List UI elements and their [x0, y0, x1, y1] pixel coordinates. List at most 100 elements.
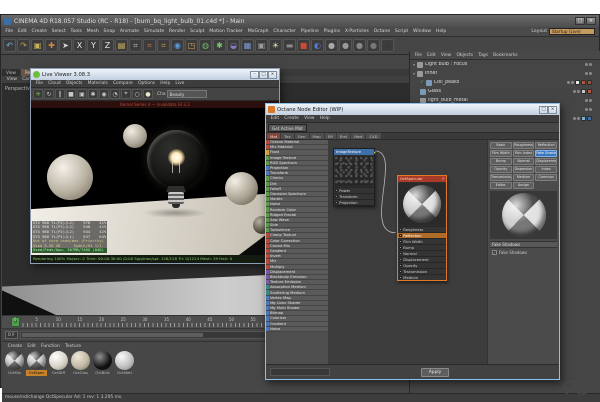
snap-grid-icon[interactable]: ⌗ — [129, 39, 142, 52]
live-viewer-window[interactable]: Live Viewer 3.08.3 –□× FileCloudObjectsM… — [30, 68, 280, 264]
axis-y-button[interactable]: Y — [87, 39, 100, 52]
menu-item-snap[interactable]: Snap — [101, 29, 117, 34]
sphere-a-icon[interactable]: ● — [325, 39, 338, 52]
material-item-octmix[interactable]: OctMix — [4, 351, 25, 376]
stop-render-icon[interactable]: ■ — [66, 89, 76, 99]
material-tag-icon[interactable] — [581, 89, 586, 94]
lv-menu-live[interactable]: Live — [173, 81, 187, 86]
menu-item-render[interactable]: Render — [167, 29, 188, 34]
menu-item-tools[interactable]: Tools — [68, 29, 84, 34]
main-titlebar[interactable]: CINEMA 4D R18.057 Studio (RC - R18) - [b… — [1, 15, 599, 27]
clock-icon[interactable]: ◔ — [110, 89, 120, 99]
visibility-dot-icon[interactable] — [577, 90, 580, 93]
bulb-a-icon[interactable]: ○ — [132, 89, 142, 99]
window-button-maximize[interactable]: □ — [259, 71, 268, 79]
settings-gear-icon[interactable]: ✱ — [88, 89, 98, 99]
render-view-icon[interactable]: ◉ — [171, 39, 184, 52]
material-item-octmetl[interactable]: OctMetl — [114, 351, 135, 376]
visibility-dot-icon[interactable] — [585, 99, 588, 102]
material-tag-icon[interactable] — [587, 116, 592, 121]
fake-shadows-checkbox[interactable]: ✓ — [492, 250, 497, 255]
ne-menu-edit[interactable]: Edit — [268, 116, 282, 121]
ne-menu-help[interactable]: Help — [317, 116, 332, 121]
material-item-octspec[interactable]: OctSpec — [26, 351, 47, 376]
window-button-minimize[interactable]: – — [250, 71, 259, 79]
refresh-icon[interactable]: ↻ — [44, 89, 54, 99]
visibility-dot-icon[interactable] — [573, 90, 576, 93]
lock-icon[interactable]: ◉ — [99, 89, 109, 99]
picker-icon[interactable]: ⌖ — [121, 89, 131, 99]
object-row-coil-peaks[interactable]: ✓Coil_peaks — [410, 78, 600, 87]
bulb-b-icon[interactable]: ● — [143, 89, 153, 99]
menu-item-mograph[interactable]: MoGraph — [245, 29, 271, 34]
node-tab-gen[interactable]: Gen — [295, 133, 309, 139]
mat-menu-texture[interactable]: Texture — [62, 344, 83, 349]
expand-arrow-icon[interactable]: ▾ — [413, 71, 415, 76]
scrollbar-handle[interactable] — [22, 333, 203, 337]
material-tab-assign[interactable]: Assign — [513, 182, 535, 189]
octane-node-editor-window[interactable]: Octane Node Editor (WIP) □× EditCreateVi… — [265, 103, 560, 380]
redo-icon[interactable]: ↷ — [17, 39, 30, 52]
frame-start-field[interactable]: 0 F — [5, 331, 18, 339]
material-tab-medium[interactable]: Medium — [513, 174, 535, 181]
material-tab-bump[interactable]: Bump — [490, 158, 512, 165]
om-menu-edit[interactable]: Edit — [425, 53, 439, 58]
lv-menu-options[interactable]: Options — [135, 81, 157, 86]
node-editor-field[interactable] — [270, 368, 330, 376]
window-button-close[interactable]: × — [268, 71, 277, 79]
light-icon[interactable]: ☀ — [269, 39, 282, 52]
menu-item-window[interactable]: Window — [411, 29, 434, 34]
node-pin-medium[interactable]: Medium — [398, 274, 446, 280]
node-graph-canvas[interactable]: ImageTexture PowerTransformProjection Oc… — [328, 140, 487, 364]
node-pin-projection[interactable]: Projection — [334, 199, 374, 205]
material-tag-icon[interactable] — [587, 89, 592, 94]
camera-icon[interactable]: ▣ — [255, 39, 268, 52]
om-menu-view[interactable]: View — [438, 53, 454, 58]
window-button-close[interactable]: × — [548, 106, 557, 114]
visibility-dot-icon[interactable] — [589, 72, 592, 75]
material-item-octdiff[interactable]: OctDiff — [48, 351, 69, 376]
environment-icon[interactable]: ◒ — [227, 39, 240, 52]
mat-menu-function[interactable]: Function — [38, 344, 62, 349]
object-row-inner[interactable]: ▾Inner — [410, 69, 600, 78]
eye-sphere-icon[interactable]: ● — [381, 39, 394, 52]
visibility-dot-icon[interactable] — [585, 63, 588, 66]
menu-item-pipeline[interactable]: Pipeline — [298, 29, 321, 34]
lv-menu-help[interactable]: Help — [158, 81, 173, 86]
material-item-octblck[interactable]: OctBlck — [92, 351, 113, 376]
material-tag-icon[interactable] — [587, 80, 592, 85]
render-view[interactable]: GTX 980 Ti(P2)(L2) 978 41%GTX 980 Ti(P2)… — [31, 108, 279, 255]
stop-icon[interactable]: ■ — [297, 39, 310, 52]
menu-item-octane[interactable]: Octane — [371, 29, 392, 34]
sphere-b-icon[interactable]: ● — [339, 39, 352, 52]
lv-menu-objects[interactable]: Objects — [63, 81, 85, 86]
window-button-maximize[interactable]: □ — [539, 106, 548, 114]
lv-menu-file[interactable]: File — [33, 81, 46, 86]
layout-dropdown[interactable]: Startup (Live) — [549, 28, 595, 35]
apply-button[interactable]: Apply — [421, 368, 449, 377]
specular-material-node[interactable]: OctSpecular× RoughnessReflectionFilm Wid… — [397, 175, 447, 281]
material-item-octglos[interactable]: OctGlos — [70, 351, 91, 376]
menu-item-script[interactable]: Script — [392, 29, 410, 34]
material-tab-editor[interactable]: Editor — [490, 182, 512, 189]
object-row-light-bulb-focus[interactable]: ▾Light bulb : Focus — [410, 60, 600, 69]
window-button-maximize[interactable]: □ — [575, 17, 585, 25]
material-tab-film-index[interactable]: Film Index — [513, 150, 535, 157]
menu-item-motion-tracker[interactable]: Motion Tracker — [207, 29, 245, 34]
lv-menu-compare[interactable]: Compare — [110, 81, 135, 86]
interactive-render-icon[interactable]: ◍ — [199, 39, 212, 52]
menu-item-character[interactable]: Character — [271, 29, 298, 34]
material-tab-opacity[interactable]: Opacity — [490, 166, 512, 173]
om-menu-tags[interactable]: Tags — [476, 53, 491, 58]
coordinates-doc-icon[interactable]: ▤ — [115, 39, 128, 52]
image-texture-node[interactable]: ImageTexture PowerTransformProjection — [333, 148, 375, 206]
node-editor-titlebar[interactable]: Octane Node Editor (WIP) □× — [266, 104, 559, 115]
menu-item-x-particles[interactable]: X-Particles — [342, 29, 371, 34]
material-tab-dispersion[interactable]: Dispersion — [513, 166, 535, 173]
get-active-mat-button[interactable]: Get Active Mat — [268, 124, 307, 132]
node-tab-tex[interactable]: Tex — [281, 133, 293, 139]
array-icon[interactable]: ▦ — [241, 39, 254, 52]
menu-item-file[interactable]: File — [3, 29, 15, 34]
object-row-glass[interactable]: Glass — [410, 87, 600, 96]
node-close-icon[interactable]: × — [442, 176, 445, 182]
